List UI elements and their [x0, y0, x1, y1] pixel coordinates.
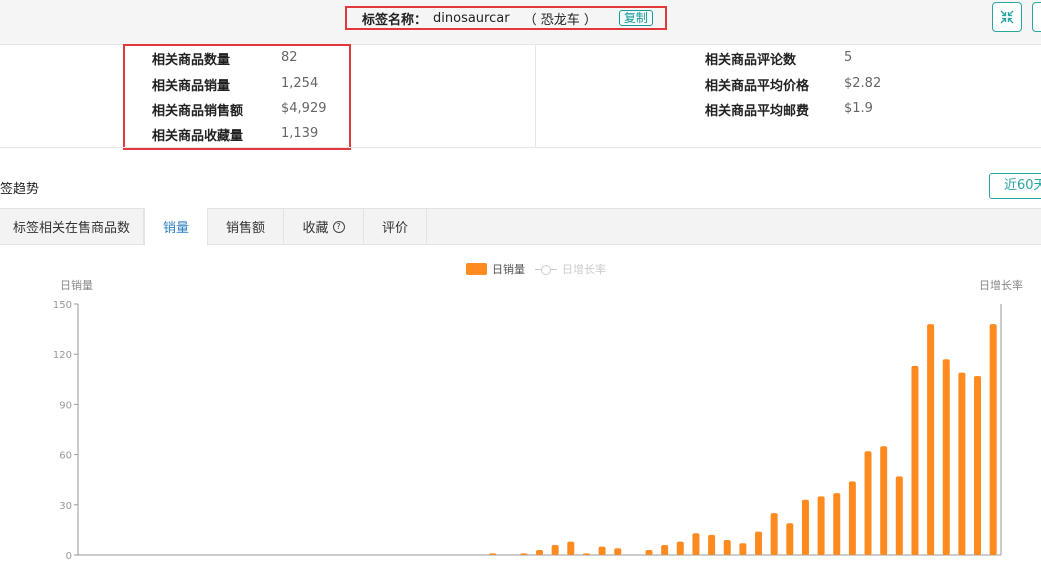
- tag-name-value: dinosaurcar: [433, 10, 510, 26]
- stat-product-sales: 相关商品销量: [152, 75, 231, 94]
- stat-value: 82: [281, 50, 298, 65]
- sales-bar[interactable]: [567, 541, 575, 555]
- stat-label: 相关商品平均邮费: [705, 103, 810, 119]
- sales-bar[interactable]: [974, 375, 982, 555]
- stat-product-favorites: 相关商品收藏量: [152, 125, 244, 144]
- sales-bar[interactable]: [723, 539, 731, 555]
- sales-bar[interactable]: [911, 365, 919, 555]
- collapse-button[interactable]: [992, 2, 1022, 32]
- tag-header-bar: 标签名称： dinosaurcar （ 恐龙车 ） 复制: [0, 0, 1041, 45]
- more-button[interactable]: [1032, 2, 1041, 32]
- tab-reviews[interactable]: 评价: [364, 208, 427, 245]
- sales-bar[interactable]: [958, 372, 966, 555]
- sales-bar[interactable]: [661, 544, 669, 555]
- legend-label-sales[interactable]: 日销量: [492, 261, 525, 277]
- tab-listing-count[interactable]: 标签相关在售商品数: [0, 208, 144, 245]
- tab-label: 销售额: [225, 221, 265, 236]
- tag-chinese-name: （ 恐龙车 ）: [523, 12, 597, 28]
- stat-product-count: 相关商品数量: [152, 49, 231, 68]
- tab-label: 标签相关在售商品数: [12, 221, 130, 236]
- stat-avg-price: 相关商品平均价格: [705, 75, 810, 94]
- sales-bar[interactable]: [676, 541, 684, 555]
- sales-bar[interactable]: [895, 476, 903, 555]
- sales-bar[interactable]: [927, 324, 935, 555]
- tab-label: 收藏: [302, 221, 329, 236]
- sales-bar[interactable]: [989, 324, 997, 555]
- sales-bar[interactable]: [489, 553, 497, 555]
- tab-favorites[interactable]: 收藏 ?: [284, 208, 364, 245]
- date-range-button[interactable]: 近60天: [989, 173, 1041, 199]
- y-tick-label: 120: [53, 350, 72, 361]
- sales-bar[interactable]: [833, 493, 841, 555]
- sales-bar[interactable]: [817, 496, 825, 555]
- sales-bar[interactable]: [520, 553, 528, 555]
- sales-bar[interactable]: [755, 531, 763, 555]
- tab-revenue[interactable]: 销售额: [208, 208, 284, 245]
- sales-bar[interactable]: [848, 481, 856, 555]
- stat-value: 1,254: [281, 76, 319, 91]
- tab-label: 销量: [162, 221, 189, 236]
- y-tick-label: 90: [59, 400, 72, 411]
- copy-button[interactable]: 复制: [618, 10, 653, 26]
- sales-bar[interactable]: [598, 546, 606, 555]
- y-axis-left-title: 日销量: [60, 279, 93, 292]
- help-circle-icon[interactable]: ?: [332, 220, 345, 233]
- stat-label: 相关商品销量: [152, 78, 231, 94]
- legend-label-growth[interactable]: 日增长率: [562, 261, 606, 277]
- sales-bar[interactable]: [786, 523, 794, 555]
- stat-value: $2.82: [844, 76, 882, 91]
- stat-label: 相关商品评论数: [705, 52, 797, 68]
- sales-bar[interactable]: [739, 543, 747, 555]
- stat-value: $1.9: [844, 101, 873, 116]
- trend-tabs: 标签相关在售商品数 销量 销售额 收藏 ? 评价: [0, 208, 1041, 246]
- stat-label: 相关商品平均价格: [705, 78, 810, 94]
- y-tick-label: 150: [53, 300, 72, 311]
- sales-bar[interactable]: [692, 533, 700, 555]
- sales-bar[interactable]: [801, 499, 809, 555]
- sales-bar[interactable]: [770, 513, 778, 555]
- tag-title-box: 标签名称： dinosaurcar （ 恐龙车 ） 复制: [345, 6, 667, 30]
- sales-bar[interactable]: [645, 549, 653, 555]
- legend-bar-swatch[interactable]: [466, 263, 487, 275]
- stat-avg-shipping: 相关商品平均邮费: [705, 100, 810, 119]
- y-axis-right-title: 日增长率: [979, 279, 1023, 292]
- stat-value: $4,929: [281, 101, 327, 116]
- stat-label: 相关商品数量: [152, 52, 231, 68]
- tab-label: 评价: [381, 221, 408, 236]
- y-tick-label: 0: [66, 551, 72, 561]
- stat-product-revenue: 相关商品销售额: [152, 100, 244, 119]
- legend-line-marker-icon[interactable]: [535, 263, 557, 275]
- y-tick-label: 30: [59, 501, 72, 512]
- sales-bar[interactable]: [880, 446, 888, 555]
- sales-bar[interactable]: [614, 548, 622, 555]
- trend-section-title: 标签趋势: [0, 182, 40, 197]
- sales-bar[interactable]: [708, 534, 716, 555]
- sales-bar[interactable]: [536, 549, 543, 555]
- sales-bar[interactable]: [551, 544, 559, 555]
- tab-sales[interactable]: 销量: [144, 208, 208, 246]
- sales-bar[interactable]: [942, 359, 950, 555]
- chart-legend: 日销量 日增长率: [466, 261, 606, 277]
- stat-label: 相关商品销售额: [152, 103, 244, 119]
- sales-bar[interactable]: [582, 553, 590, 555]
- stat-review-count: 相关商品评论数: [705, 49, 797, 68]
- y-tick-label: 60: [59, 451, 72, 462]
- sales-bar[interactable]: [864, 451, 872, 555]
- tag-name-label: 标签名称：: [362, 12, 428, 28]
- stat-value: 1,139: [281, 126, 319, 141]
- stat-label: 相关商品收藏量: [152, 128, 244, 144]
- stat-value: 5: [844, 50, 853, 65]
- section-divider: [0, 147, 1041, 148]
- stats-divider: [535, 44, 536, 147]
- shrink-icon: [1000, 10, 1014, 24]
